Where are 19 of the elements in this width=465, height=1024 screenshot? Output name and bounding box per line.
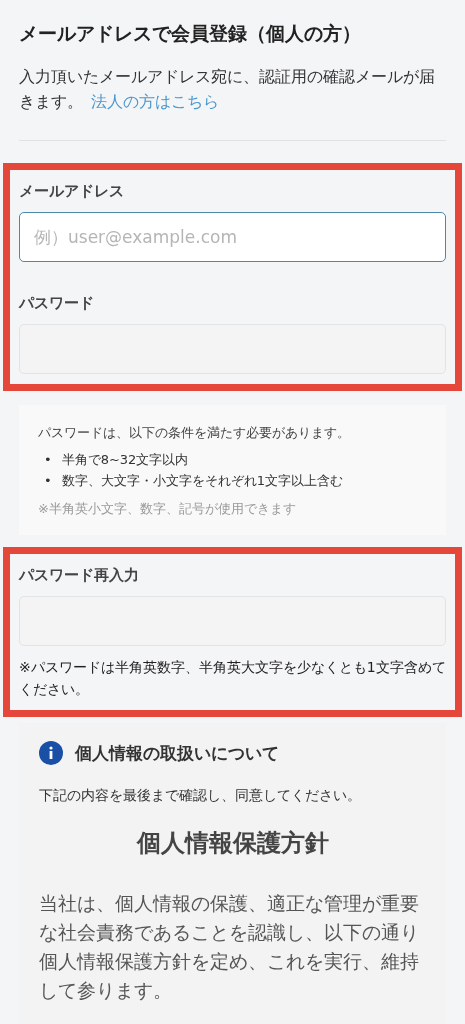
email-field[interactable]: 例）user@example.com [19, 212, 446, 262]
field-label: メールアドレス [19, 181, 125, 202]
field-label: パスワード再入力 [19, 565, 140, 586]
policy-title: 個人情報保護方針 [135, 828, 330, 859]
privacy-instruction: 下記の内容を最後まで確認し、同意してください。 [39, 787, 362, 805]
policy-text: 当社は、個人情報の保護、適正な管理が重要な社会責務であることを認識し、以下の通り個人情報保護方針を定め、これを実行、維持して参ります。 [39, 891, 420, 1003]
privacy-heading: 個人情報の取扱いについて [75, 741, 279, 765]
info-icon [39, 741, 63, 765]
corporate-link[interactable]: 法人の方はこちら [91, 92, 219, 111]
password-note: ※パスワードは半角英数字、半角英大文字を少なくとも1文字含めてください。 [19, 658, 446, 699]
intro-text: 入力頂いたメールアドレス宛に、認証用の確認メールが届きます。 法人の方はこちら [19, 66, 436, 113]
rules-intro: パスワードは、以下の条件を満たす必要があります。 [38, 424, 351, 442]
bullet: • [44, 472, 52, 490]
rule-item: 数字、大文字・小文字をそれぞれ1文字以上含む [61, 472, 343, 490]
field-label: パスワード [19, 293, 95, 314]
page-title: メールアドレスで会員登録（個人の方） [19, 21, 362, 46]
rules-note: ※半角英小文字、数字、記号が使用できます [38, 500, 297, 518]
bullet: • [44, 451, 52, 469]
rule-item: 半角で8~32文字以内 [61, 451, 189, 469]
